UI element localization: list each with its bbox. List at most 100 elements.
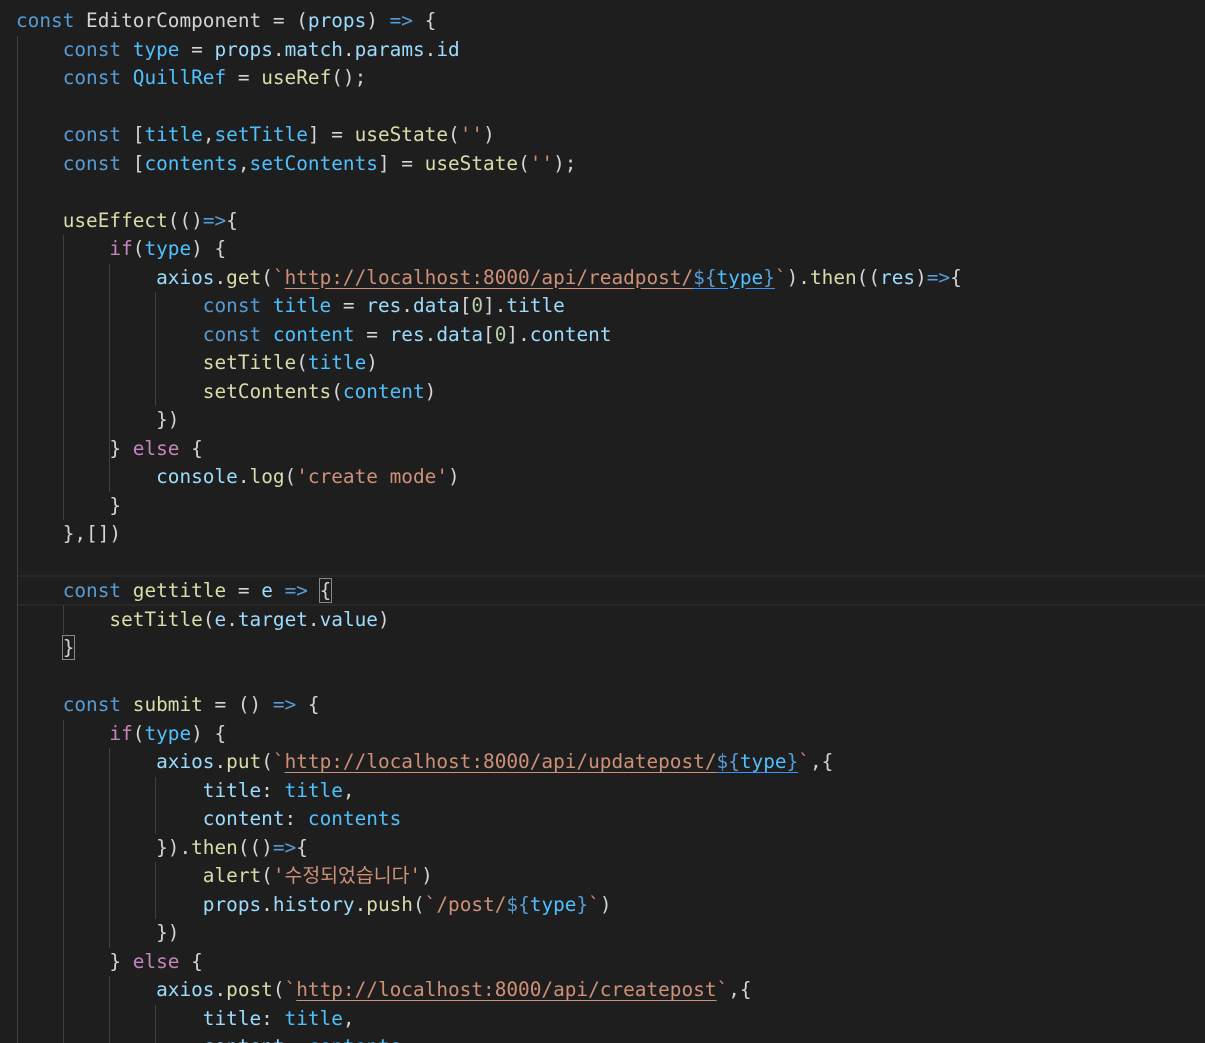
- code-line[interactable]: }): [0, 919, 1205, 948]
- code-line[interactable]: content: contents: [0, 1033, 1205, 1043]
- code-line[interactable]: const [contents,setContents] = useState(…: [0, 150, 1205, 179]
- code-token: value: [319, 607, 378, 631]
- code-line-text: }): [16, 406, 179, 435]
- code-token: (: [448, 123, 460, 146]
- code-token: target: [237, 607, 308, 631]
- code-line[interactable]: const QuillRef = useRef();: [0, 64, 1205, 93]
- code-line-text: alert('수정되었습니다'): [16, 862, 433, 891]
- code-line[interactable]: alert('수정되었습니다'): [0, 862, 1205, 891]
- code-line[interactable]: const submit = () => {: [0, 691, 1205, 720]
- code-line[interactable]: setContents(content): [0, 378, 1205, 407]
- code-token: {: [412, 9, 437, 32]
- code-line[interactable]: axios.put(`http://localhost:8000/api/upd…: [0, 748, 1205, 777]
- code-token: ): [377, 607, 390, 631]
- code-token: ] =: [377, 151, 425, 175]
- code-line[interactable]: },[]): [0, 520, 1205, 549]
- code-token: content: [202, 807, 285, 830]
- code-token: e: [261, 579, 273, 602]
- code-token: {: [179, 949, 203, 973]
- code-token: setTitle: [202, 351, 297, 374]
- code-token: }: [763, 265, 775, 289]
- code-token: ();: [331, 66, 367, 89]
- code-token: e: [214, 607, 227, 631]
- code-token: .: [272, 37, 285, 61]
- code-line[interactable]: axios.get(`http://localhost:8000/api/rea…: [0, 264, 1205, 293]
- code-line-text: const [title,setTitle] = useState(''): [16, 121, 495, 150]
- code-line[interactable]: useEffect(()=>{: [0, 207, 1205, 236]
- code-token: ): [915, 265, 927, 289]
- code-line[interactable]: setTitle(title): [0, 349, 1205, 378]
- code-token: setTitle: [214, 123, 308, 146]
- code-token: );: [553, 151, 577, 175]
- code-token: ${: [716, 750, 740, 773]
- code-token: const: [62, 151, 122, 175]
- code-line[interactable]: title: title,: [0, 1005, 1205, 1034]
- code-line[interactable]: console.log('create mode'): [0, 463, 1205, 492]
- code-token: .: [307, 607, 320, 631]
- code-line[interactable]: const content = res.data[0].content: [0, 321, 1205, 350]
- code-line[interactable]: props.history.push(`/post/${type}`): [0, 891, 1205, 920]
- code-token: const: [202, 322, 262, 346]
- code-line[interactable]: } else {: [0, 948, 1205, 977]
- code-line[interactable]: if(type) {: [0, 720, 1205, 749]
- code-line[interactable]: content: contents: [0, 805, 1205, 834]
- code-token: ].: [483, 294, 507, 317]
- code-token: const: [62, 579, 122, 602]
- code-line[interactable]: [0, 663, 1205, 692]
- code-line-text: props.history.push(`/post/${type}`): [16, 891, 612, 920]
- code-line[interactable]: }): [0, 406, 1205, 435]
- code-token: =>: [202, 208, 227, 232]
- code-token: alert: [202, 864, 262, 887]
- code-line[interactable]: }: [0, 634, 1205, 663]
- code-token: }): [16, 408, 180, 431]
- code-line[interactable]: } else {: [0, 435, 1205, 464]
- code-token: =: [331, 294, 367, 317]
- code-line[interactable]: [0, 178, 1205, 207]
- code-line[interactable]: setTitle(e.target.value): [0, 606, 1205, 635]
- code-line[interactable]: const gettitle = e => {: [0, 577, 1205, 606]
- code-token: title: [202, 778, 262, 802]
- code-token: 0: [471, 294, 484, 317]
- code-token: content: [342, 379, 425, 403]
- code-token: =>: [272, 693, 297, 716]
- code-line[interactable]: title: title,: [0, 777, 1205, 806]
- code-token: .: [214, 750, 227, 773]
- code-token: `: [716, 978, 729, 1001]
- code-line[interactable]: const EditorComponent = (props) => {: [0, 7, 1205, 36]
- code-token: axios: [156, 750, 215, 773]
- code-token: (: [284, 465, 297, 488]
- code-line[interactable]: if(type) {: [0, 235, 1205, 264]
- code-line[interactable]: [0, 549, 1205, 578]
- code-line-text: } else {: [16, 948, 203, 977]
- code-line[interactable]: const title = res.data[0].title: [0, 292, 1205, 321]
- code-token: ): [366, 9, 390, 32]
- code-token: (: [412, 892, 425, 916]
- code-token: const: [62, 37, 122, 61]
- code-line[interactable]: axios.post(`http://localhost:8000/api/cr…: [0, 976, 1205, 1005]
- code-token: (: [284, 9, 308, 32]
- code-line-text: content: contents: [16, 805, 402, 834]
- code-token: res: [880, 265, 916, 289]
- code-token: http://localhost:8000/api/readpost/: [284, 265, 694, 289]
- code-token: ,{: [728, 978, 752, 1001]
- code-token: useEffect: [62, 208, 168, 232]
- code-line[interactable]: [0, 93, 1205, 122]
- code-token: type: [132, 37, 180, 61]
- code-line[interactable]: }: [0, 492, 1205, 521]
- code-token: contents: [307, 807, 402, 830]
- code-line[interactable]: }).then(()=>{: [0, 834, 1205, 863]
- code-token: :: [261, 1006, 285, 1030]
- code-token: title: [202, 1006, 262, 1030]
- code-token: props: [202, 892, 262, 916]
- code-token: ): [421, 864, 433, 887]
- code-line[interactable]: const [title,setTitle] = useState(''): [0, 121, 1205, 150]
- code-token: [: [121, 123, 145, 146]
- code-line[interactable]: const type = props.match.params.id: [0, 36, 1205, 65]
- code-editor[interactable]: const EditorComponent = (props) => { con…: [0, 0, 1205, 1043]
